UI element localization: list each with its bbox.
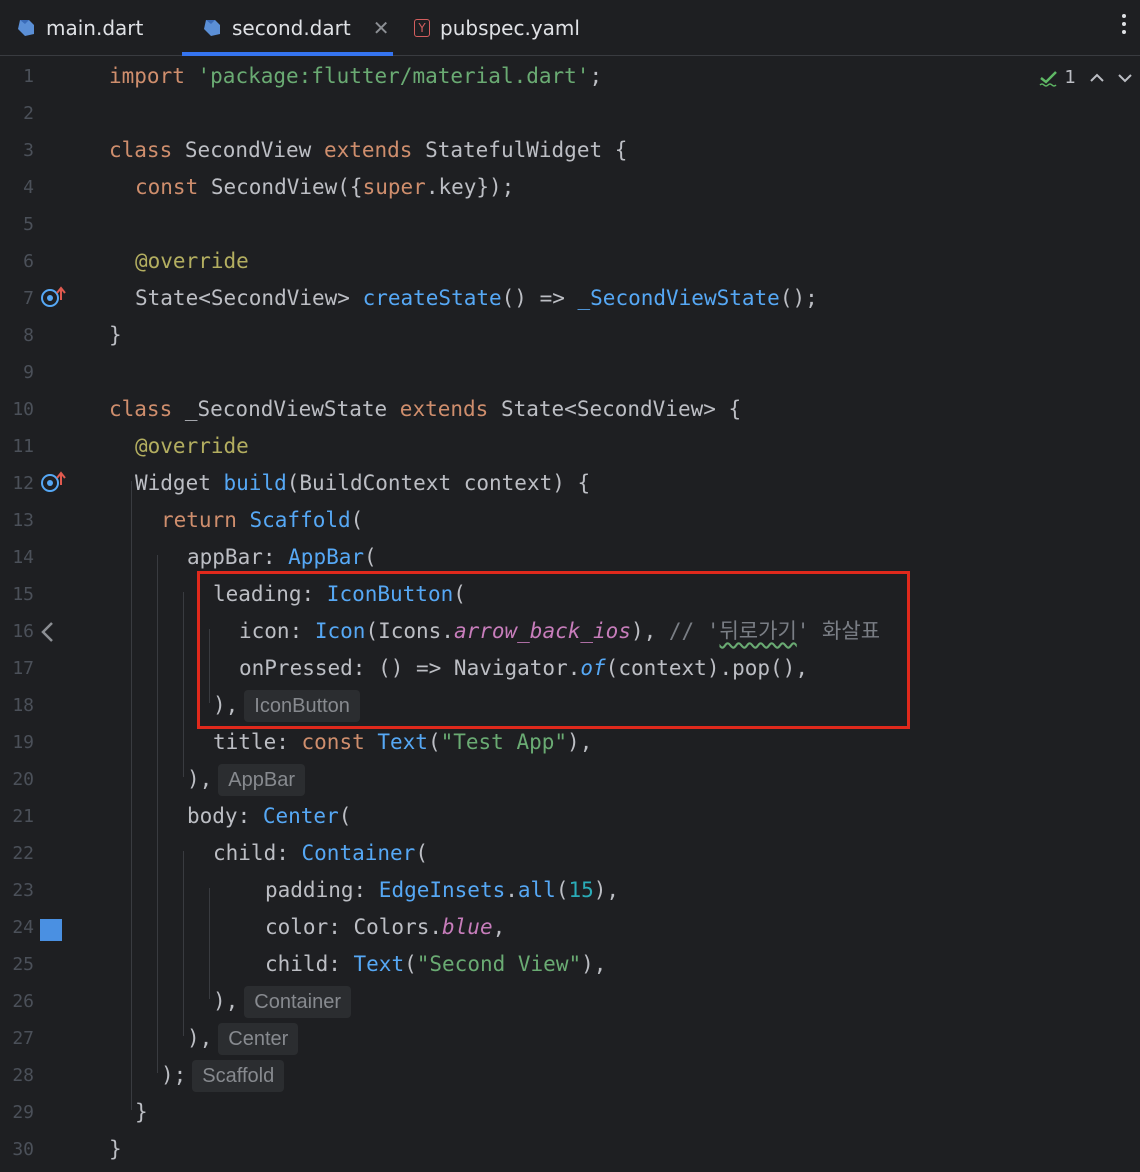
code-line: return Scaffold(	[161, 508, 364, 532]
line-number: 10	[12, 399, 34, 420]
highlight-annotation-box	[197, 571, 910, 729]
editor-tab-bar: main.dart second.dart ✕ Y pubspec.yaml	[0, 0, 1140, 56]
indent-guide	[157, 555, 158, 1073]
code-line: }	[109, 1137, 122, 1161]
inlay-hint: Scaffold	[192, 1060, 285, 1092]
line-number: 9	[23, 362, 34, 383]
line-number: 20	[12, 769, 34, 790]
code-line: const SecondView({super.key});	[135, 175, 515, 199]
line-number: 30	[12, 1139, 34, 1160]
line-number: 29	[12, 1102, 34, 1123]
line-number: 14	[12, 547, 34, 568]
dart-file-icon	[204, 20, 220, 36]
code-line: class SecondView extends StatefulWidget …	[109, 138, 628, 162]
line-number: 26	[12, 991, 34, 1012]
code-line: color: Colors.blue,	[265, 915, 506, 939]
dart-file-icon	[18, 20, 34, 36]
code-editor[interactable]: 1 1 2 3 4 5 6 7 8 9 10 11 12 13 14 15 16…	[0, 57, 1140, 1172]
code-line: Widget build(BuildContext context) {	[135, 471, 591, 495]
inlay-hint: Container	[244, 986, 352, 1018]
line-number: 11	[12, 436, 34, 457]
line-number: 13	[12, 510, 34, 531]
more-vertical-icon[interactable]	[1120, 14, 1128, 34]
code-line: }	[109, 323, 122, 347]
code-line: child: Container(	[213, 841, 428, 865]
code-line: State<SecondView> createState() => _Seco…	[135, 286, 818, 310]
tab-label: pubspec.yaml	[440, 16, 580, 40]
inlay-hint: Center	[218, 1023, 299, 1055]
line-number: 5	[23, 214, 34, 235]
code-line: ); Scaffold	[161, 1057, 285, 1094]
code-line: ), Container	[213, 983, 352, 1020]
inspection-widget[interactable]: 1	[1039, 67, 1132, 88]
line-number: 15	[12, 584, 34, 605]
check-icon	[1039, 70, 1057, 87]
line-number: 23	[12, 880, 34, 901]
line-number: 8	[23, 325, 34, 346]
line-number: 19	[12, 732, 34, 753]
code-line: @override	[135, 249, 249, 273]
override-method-icon[interactable]	[40, 471, 66, 493]
tab-pubspec-yaml[interactable]: Y pubspec.yaml	[414, 0, 580, 56]
color-swatch-icon[interactable]	[40, 919, 62, 941]
code-line: ), Center	[187, 1020, 299, 1057]
code-line: ), AppBar	[187, 761, 306, 798]
inspection-count: 1	[1064, 67, 1076, 88]
line-number: 12	[12, 473, 34, 494]
line-number: 2	[23, 103, 34, 124]
line-number: 24	[12, 917, 34, 938]
tab-second-dart[interactable]: second.dart ✕	[182, 0, 393, 56]
code-line: title: const Text("Test App"),	[213, 730, 593, 754]
tab-label: main.dart	[46, 16, 144, 40]
code-line: import 'package:flutter/material.dart';	[109, 64, 603, 88]
code-line: padding: EdgeInsets.all(15),	[265, 878, 620, 902]
chevron-up-icon[interactable]	[1090, 73, 1104, 83]
code-line: }	[135, 1100, 148, 1124]
code-line: child: Text("Second View"),	[265, 952, 607, 976]
line-number: 22	[12, 843, 34, 864]
code-line: class _SecondViewState extends State<Sec…	[109, 397, 742, 421]
line-number: 7	[23, 288, 34, 309]
chevron-down-icon[interactable]	[1118, 73, 1132, 83]
indent-guide	[183, 592, 184, 777]
inlay-hint: AppBar	[218, 764, 306, 796]
line-number: 17	[12, 658, 34, 679]
override-method-icon[interactable]	[40, 286, 66, 308]
line-number: 1	[23, 66, 34, 87]
indent-guide	[131, 481, 132, 1110]
tab-main-dart[interactable]: main.dart	[16, 0, 143, 56]
code-line: @override	[135, 434, 249, 458]
line-number: 27	[12, 1028, 34, 1049]
line-number: 6	[23, 251, 34, 272]
close-icon[interactable]: ✕	[373, 16, 390, 40]
tab-label: second.dart	[232, 16, 351, 40]
line-number: 16	[12, 621, 34, 642]
line-number: 28	[12, 1065, 34, 1086]
code-line: body: Center(	[187, 804, 352, 828]
collapse-arrow-icon[interactable]	[38, 621, 58, 643]
line-number: 4	[23, 177, 34, 198]
line-number: 18	[12, 695, 34, 716]
indent-guide	[183, 851, 184, 1036]
line-number: 21	[12, 806, 34, 827]
line-number: 25	[12, 954, 34, 975]
yaml-file-icon: Y	[414, 19, 430, 37]
indent-guide	[209, 888, 210, 999]
line-number: 3	[23, 140, 34, 161]
